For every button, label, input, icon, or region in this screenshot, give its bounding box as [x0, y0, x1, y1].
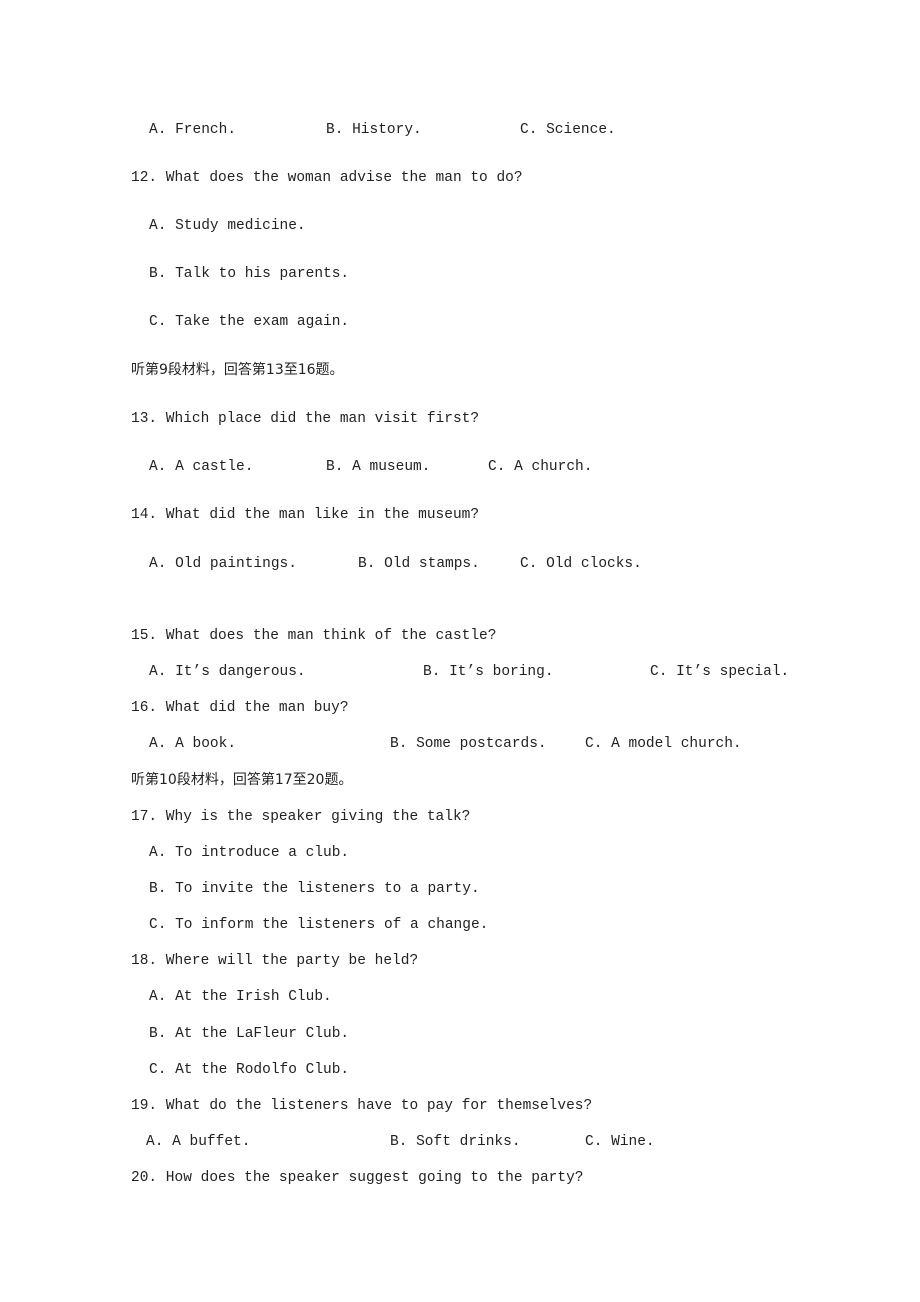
q14-option-b: B. Old stamps. [358, 556, 480, 572]
q15-option-a: A. It’s dangerous. [149, 664, 306, 680]
q17-option-c: C. To inform the listeners of a change. [149, 917, 489, 933]
q13-option-c: C. A church. [488, 459, 593, 475]
question-18: 18. Where will the party be held? [131, 953, 419, 969]
q19-option-c: C. Wine. [585, 1134, 655, 1150]
question-20: 20. How does the speaker suggest going t… [131, 1170, 584, 1186]
q14-option-c: C. Old clocks. [520, 556, 642, 572]
q18-option-a: A. At the Irish Club. [149, 989, 332, 1005]
question-12: 12. What does the woman advise the man t… [131, 170, 523, 186]
q15-option-b: B. It’s boring. [423, 664, 554, 680]
q17-option-a: A. To introduce a club. [149, 845, 350, 861]
section-10-instruction: 听第10段材料，回答第17至20题。 [131, 772, 353, 788]
q12-option-a: A. Study medicine. [149, 218, 306, 234]
q11-option-a: A. French. [149, 122, 237, 138]
q19-option-b: B. Soft drinks. [390, 1134, 521, 1150]
question-16: 16. What did the man buy? [131, 700, 349, 716]
q16-option-a: A. A book. [149, 736, 237, 752]
q16-option-b: B. Some postcards. [390, 736, 547, 752]
q14-option-a: A. Old paintings. [149, 556, 297, 572]
q18-option-b: B. At the LaFleur Club. [149, 1026, 350, 1042]
q13-option-a: A. A castle. [149, 459, 254, 475]
q12-option-c: C. Take the exam again. [149, 314, 350, 330]
q17-option-b: B. To invite the listeners to a party. [149, 881, 480, 897]
section-9-instruction: 听第9段材料，回答第13至16题。 [131, 362, 344, 378]
question-14: 14. What did the man like in the museum? [131, 507, 480, 523]
question-13: 13. Which place did the man visit first? [131, 411, 480, 427]
q13-option-b: B. A museum. [326, 459, 431, 475]
q15-option-c: C. It’s special. [650, 664, 790, 680]
q11-option-b: B. History. [326, 122, 422, 138]
question-19: 19. What do the listeners have to pay fo… [131, 1098, 593, 1114]
q16-option-c: C. A model church. [585, 736, 742, 752]
question-17: 17. Why is the speaker giving the talk? [131, 809, 471, 825]
q19-option-a: A. A buffet. [146, 1134, 251, 1150]
q18-option-c: C. At the Rodolfo Club. [149, 1062, 350, 1078]
q12-option-b: B. Talk to his parents. [149, 266, 350, 282]
question-15: 15. What does the man think of the castl… [131, 628, 497, 644]
q11-option-c: C. Science. [520, 122, 616, 138]
